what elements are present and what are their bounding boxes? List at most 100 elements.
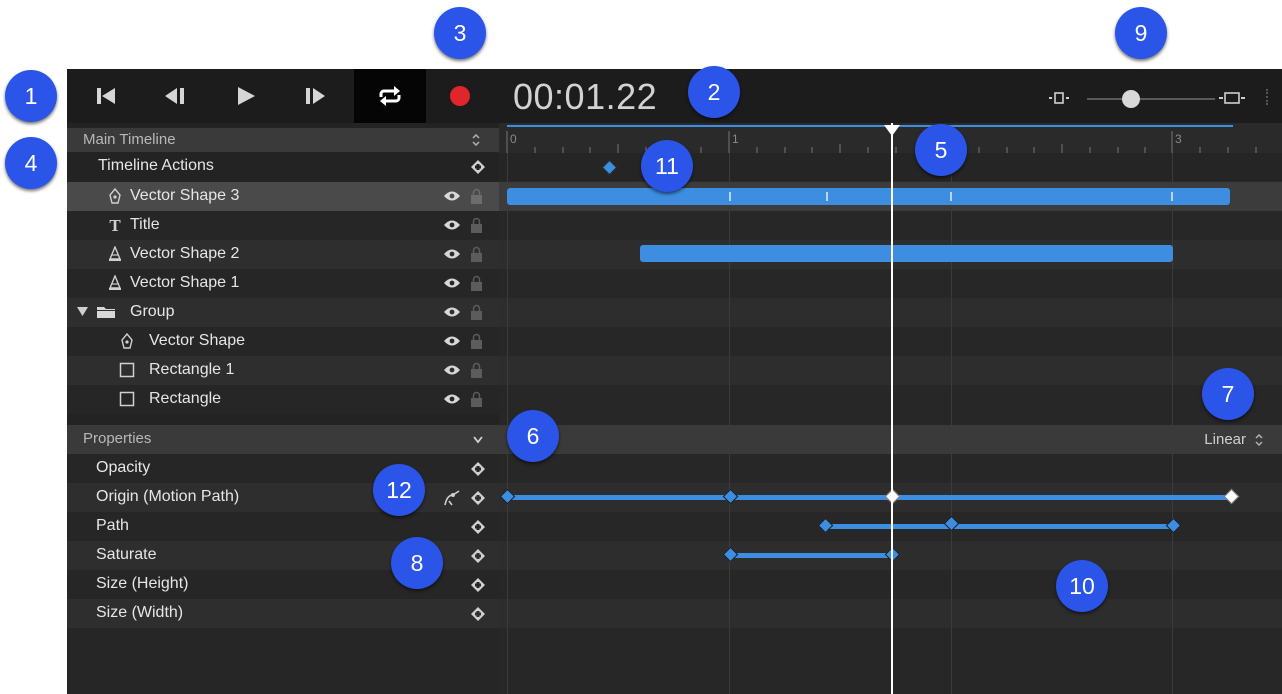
loop-button[interactable] xyxy=(354,69,426,123)
timeline-selector-label: Main Timeline xyxy=(83,131,176,148)
eye-icon[interactable] xyxy=(443,190,461,202)
add-keyframe-icon[interactable] xyxy=(471,520,485,534)
callout-badge: 7 xyxy=(1202,368,1254,420)
gridline xyxy=(507,153,508,694)
property-label: Saturate xyxy=(96,546,157,563)
callout-badge: 3 xyxy=(434,7,486,59)
property-label: Origin (Motion Path) xyxy=(96,488,240,505)
interpolation-label[interactable]: Linear xyxy=(1204,431,1246,448)
eye-icon[interactable] xyxy=(443,248,461,260)
callout-badge: 8 xyxy=(391,537,443,589)
layer-label: Group xyxy=(130,303,175,320)
add-keyframe-icon[interactable] xyxy=(471,607,485,621)
pen-icon xyxy=(121,333,133,349)
zoom-knob[interactable] xyxy=(1122,90,1140,108)
add-keyframe-icon[interactable] xyxy=(471,160,485,174)
property-label: Size (Width) xyxy=(96,604,184,621)
text-icon: T xyxy=(109,217,121,233)
ruler-label: 3 xyxy=(1175,132,1182,146)
previous-frame-button[interactable] xyxy=(147,69,204,123)
gridline xyxy=(1172,153,1173,694)
callout-badge: 5 xyxy=(915,124,967,176)
property-row-opacity[interactable]: Opacity xyxy=(67,454,499,483)
callout-badge: 1 xyxy=(5,70,57,122)
add-keyframe-icon[interactable] xyxy=(471,578,485,592)
zoom-slider[interactable] xyxy=(1047,87,1247,109)
play-icon xyxy=(237,87,255,105)
svg-text:T: T xyxy=(109,217,121,233)
lock-icon[interactable] xyxy=(471,333,482,349)
layer-row-rectangle[interactable]: Rectangle xyxy=(67,385,499,414)
properties-header[interactable]: Properties xyxy=(67,425,499,454)
layer-duration-bar[interactable] xyxy=(640,245,1173,262)
layer-label: Title xyxy=(130,216,160,233)
timeline-scrollbar[interactable] xyxy=(507,125,1233,127)
disclosure-triangle-icon[interactable] xyxy=(77,306,88,317)
property-row-path[interactable]: Path xyxy=(67,512,499,541)
go-to-start-button[interactable] xyxy=(77,69,134,123)
play-button[interactable] xyxy=(217,69,274,123)
gridline xyxy=(729,153,730,694)
record-icon xyxy=(449,86,470,106)
ruler-label: 0 xyxy=(510,132,517,146)
keyframe-segment[interactable] xyxy=(509,495,1231,500)
folder-icon xyxy=(97,307,115,318)
eye-icon[interactable] xyxy=(443,277,461,289)
layer-row-vector-shape-1[interactable]: Vector Shape 1 xyxy=(67,269,499,298)
zoom-in-icon xyxy=(1219,92,1245,104)
eye-icon[interactable] xyxy=(443,393,461,405)
up-down-chevron-icon[interactable] xyxy=(1254,434,1264,446)
timeline-actions-row[interactable]: Timeline Actions xyxy=(67,152,499,181)
layer-row-vector-shape-3[interactable]: Vector Shape 3 xyxy=(67,182,499,211)
keyframe-segment[interactable] xyxy=(825,524,1173,529)
lock-icon[interactable] xyxy=(471,246,482,262)
property-row-size-width[interactable]: Size (Width) xyxy=(67,599,499,628)
rectangle-icon xyxy=(119,362,135,378)
layer-duration-bar[interactable] xyxy=(507,188,1230,205)
motion-path-icon[interactable] xyxy=(443,489,461,507)
lock-icon[interactable] xyxy=(471,275,482,291)
property-label: Size (Height) xyxy=(96,575,189,592)
skip-to-start-icon xyxy=(96,88,115,104)
lock-icon[interactable] xyxy=(471,217,482,233)
eye-icon[interactable] xyxy=(443,306,461,318)
zoom-track[interactable] xyxy=(1087,98,1215,100)
property-row-origin-motion-path[interactable]: Origin (Motion Path) xyxy=(67,483,499,512)
lock-icon[interactable] xyxy=(471,362,482,378)
eye-icon[interactable] xyxy=(443,219,461,231)
timeline-track-area: Linear 0 1 3 xyxy=(499,123,1282,694)
pencil-shape-icon xyxy=(108,275,122,290)
layer-row-vector-shape[interactable]: Vector Shape xyxy=(67,327,499,356)
timeline-selector[interactable]: Main Timeline xyxy=(67,128,499,152)
playhead-handle-icon[interactable] xyxy=(883,125,901,137)
lock-icon[interactable] xyxy=(471,188,482,204)
bar-keyframe-marker xyxy=(1171,192,1173,201)
chevron-down-icon[interactable] xyxy=(473,436,483,444)
bar-keyframe-marker xyxy=(950,192,952,201)
rectangle-icon xyxy=(119,391,135,407)
callout-badge: 12 xyxy=(373,464,425,516)
up-down-chevron-icon xyxy=(472,134,480,146)
add-keyframe-icon[interactable] xyxy=(471,462,485,476)
layer-row-title[interactable]: T Title xyxy=(67,211,499,240)
lock-icon[interactable] xyxy=(471,391,482,407)
layer-row-vector-shape-2[interactable]: Vector Shape 2 xyxy=(67,240,499,269)
toolbar-grip[interactable] xyxy=(1266,89,1270,105)
next-frame-button[interactable] xyxy=(286,69,343,123)
callout-badge: 11 xyxy=(641,140,693,192)
eye-icon[interactable] xyxy=(443,335,461,347)
timeline-actions-label: Timeline Actions xyxy=(98,157,214,174)
record-button[interactable] xyxy=(431,69,488,123)
eye-icon[interactable] xyxy=(443,364,461,376)
property-label: Path xyxy=(96,517,129,534)
keyframe-segment[interactable] xyxy=(731,553,891,558)
add-keyframe-icon[interactable] xyxy=(471,491,485,505)
zoom-out-icon xyxy=(1049,92,1069,104)
gridline xyxy=(951,153,952,694)
lock-icon[interactable] xyxy=(471,304,482,320)
properties-header-label: Properties xyxy=(83,430,152,447)
add-keyframe-icon[interactable] xyxy=(471,549,485,563)
layer-row-group[interactable]: Group xyxy=(67,298,499,327)
layer-row-rectangle-1[interactable]: Rectangle 1 xyxy=(67,356,499,385)
playhead[interactable] xyxy=(891,123,893,694)
